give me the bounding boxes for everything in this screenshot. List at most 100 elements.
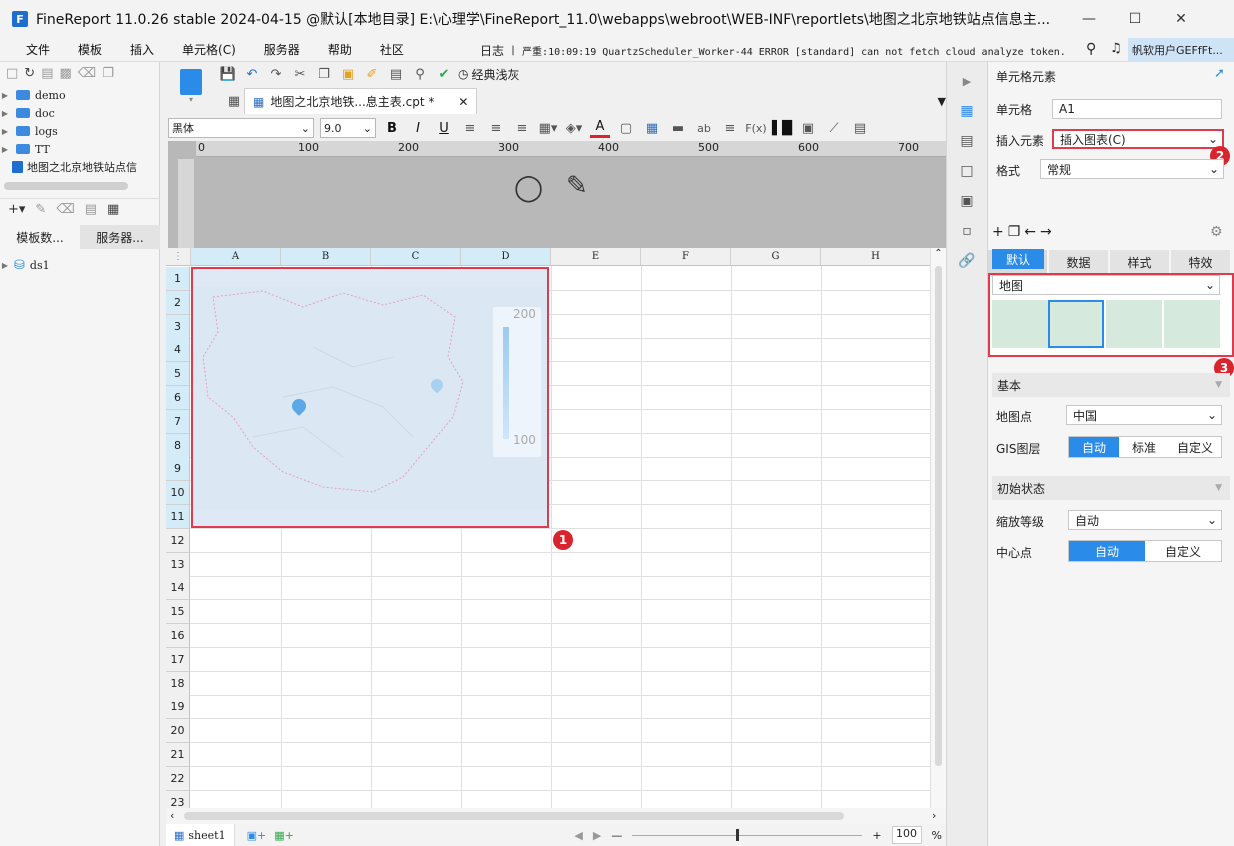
subreport-icon[interactable]: ▤	[850, 118, 870, 138]
bold-icon[interactable]: B	[382, 118, 402, 138]
style-theme-button[interactable]: ◷ 经典浅灰	[458, 66, 520, 83]
column-header-a[interactable]: A	[191, 248, 281, 266]
center-option-custom[interactable]: 自定义	[1145, 541, 1221, 561]
edit-pencil-icon[interactable]: ✎	[566, 171, 588, 201]
row-header[interactable]: 3	[166, 314, 190, 339]
slash-icon[interactable]: ⟋	[824, 118, 844, 138]
expand-panel-icon[interactable]: ➚	[1214, 66, 1225, 81]
row-header[interactable]: 7	[166, 409, 190, 434]
gis-option-auto[interactable]: 自动	[1069, 437, 1119, 457]
menu-help[interactable]: 帮助	[314, 41, 366, 58]
italic-icon[interactable]: I	[408, 118, 428, 138]
underline-icon[interactable]: U	[434, 118, 454, 138]
row-header[interactable]: 8	[166, 433, 190, 458]
column-header-b[interactable]: B	[281, 248, 371, 266]
tab-menu-icon[interactable]: ▼	[938, 95, 946, 108]
close-tab-icon[interactable]: ✕	[458, 95, 468, 109]
font-size-select[interactable]: 9.0 ⌄	[320, 118, 376, 138]
gear-icon[interactable]: ⚙	[1210, 224, 1223, 240]
move-left-icon[interactable]: ←	[1024, 224, 1036, 240]
zoom-slider[interactable]	[632, 828, 863, 841]
collapse-panel-icon[interactable]: ▶	[956, 70, 978, 92]
tree-scrollbar[interactable]	[4, 182, 128, 190]
tree-folder-demo[interactable]: ▶ demo	[0, 86, 159, 104]
row-header[interactable]: 23	[166, 790, 190, 808]
close-button[interactable]: ✕	[1158, 0, 1204, 38]
default-chart-button[interactable]: 默认	[992, 249, 1044, 269]
center-point-toggle[interactable]: 自动 自定义	[1068, 540, 1222, 562]
format-painter-icon[interactable]: ✐	[362, 64, 382, 84]
column-header-f[interactable]: F	[641, 248, 731, 266]
minimize-button[interactable]: —	[1066, 0, 1112, 38]
gis-layer-toggle[interactable]: 自动 标准 自定义	[1068, 436, 1222, 458]
lock-icon[interactable]: ▩	[60, 66, 72, 81]
select-all-corner[interactable]: ⋮	[166, 248, 191, 266]
prev-page-icon[interactable]: ◀	[574, 829, 582, 842]
row-header[interactable]: 11	[166, 505, 190, 529]
sheet-tab[interactable]: ▦ sheet1	[166, 824, 235, 846]
copy-chart-icon[interactable]: ❐	[1008, 224, 1021, 240]
text-icon[interactable]: ab	[694, 118, 714, 138]
menu-file[interactable]: 文件	[12, 41, 64, 58]
menu-insert[interactable]: 插入	[116, 41, 168, 58]
map-point-select[interactable]: 中国 ⌄	[1066, 405, 1222, 425]
row-header[interactable]: 21	[166, 743, 190, 767]
fill-color-icon[interactable]: ◈▾	[564, 118, 584, 138]
tab-server-dataset[interactable]: 服务器...	[80, 225, 160, 249]
font-color-icon[interactable]: A	[590, 118, 610, 138]
properties-icon[interactable]: ▤	[41, 66, 53, 81]
scroll-right-icon[interactable]: ›	[932, 809, 936, 822]
next-page-icon[interactable]: ▶	[593, 829, 601, 842]
refresh-icon[interactable]: ↻	[24, 66, 35, 81]
column-header-e[interactable]: E	[551, 248, 641, 266]
add-chart-icon[interactable]: +	[992, 224, 1004, 240]
bell-icon[interactable]: ♫	[1110, 41, 1122, 56]
row-header[interactable]: 18	[166, 671, 190, 696]
template-type-button[interactable]: ▾	[168, 61, 214, 111]
map-type-thumb-3[interactable]	[1106, 300, 1162, 348]
search-icon[interactable]: ⚲	[1086, 41, 1096, 57]
merge-cells-icon[interactable]: ▢	[616, 118, 636, 138]
add-sheet-icon[interactable]: ▣+	[247, 829, 267, 842]
tab-effects[interactable]: 特效	[1171, 250, 1231, 274]
vertical-scrollbar[interactable]: ⌃	[930, 248, 946, 808]
tree-folder-tt[interactable]: ▶ TT	[0, 140, 159, 158]
edit-icon[interactable]: ✎	[35, 202, 46, 217]
scroll-left-icon[interactable]: ‹	[170, 809, 174, 822]
map-type-thumb-1[interactable]	[992, 300, 1048, 348]
tab-data[interactable]: 数据	[1049, 250, 1109, 274]
widget-settings-icon[interactable]: ▣	[956, 190, 978, 212]
row-header[interactable]: 6	[166, 386, 190, 410]
search-replace-icon[interactable]: ⚲	[410, 64, 430, 84]
zoom-level-select[interactable]: 自动 ⌄	[1068, 510, 1222, 530]
expand-icon[interactable]: ▶	[0, 127, 10, 136]
user-account[interactable]: 帆软用户GEFfFt...	[1128, 38, 1234, 62]
menu-server[interactable]: 服务器	[250, 41, 314, 58]
insert-row-icon[interactable]: ▬	[668, 118, 688, 138]
undo-icon[interactable]: ↶	[242, 64, 262, 84]
initial-state-section[interactable]: 初始状态 ▼	[992, 476, 1230, 500]
row-header[interactable]: 1	[166, 267, 190, 291]
gis-option-custom[interactable]: 自定义	[1169, 437, 1221, 457]
zoom-input[interactable]: 100	[891, 826, 922, 844]
copy-icon[interactable]: ❐	[102, 66, 114, 81]
row-header[interactable]: 10	[166, 481, 190, 506]
add-dataset-icon[interactable]: +▾	[8, 202, 25, 217]
cell-name-field[interactable]: A1	[1052, 99, 1222, 119]
font-family-select[interactable]: 黑体 ⌄	[168, 118, 314, 138]
preview-icon[interactable]: ▤	[386, 64, 406, 84]
paste-icon[interactable]: ▣	[338, 64, 358, 84]
preview-icon[interactable]: ▤	[85, 202, 97, 217]
row-header[interactable]: 16	[166, 624, 190, 648]
row-header[interactable]: 4	[166, 338, 190, 363]
expand-icon[interactable]: ▶	[0, 91, 10, 100]
row-header[interactable]: 14	[166, 576, 190, 601]
maximize-button[interactable]: ☐	[1112, 0, 1158, 38]
menu-template[interactable]: 模板	[64, 41, 116, 58]
row-header[interactable]: 12	[166, 528, 190, 553]
row-header[interactable]: 2	[166, 290, 190, 315]
zoom-in-icon[interactable]: +	[872, 829, 881, 842]
menu-cell[interactable]: 单元格(C)	[168, 41, 250, 58]
copy-icon[interactable]: ❐	[314, 64, 334, 84]
row-header[interactable]: 15	[166, 600, 190, 625]
